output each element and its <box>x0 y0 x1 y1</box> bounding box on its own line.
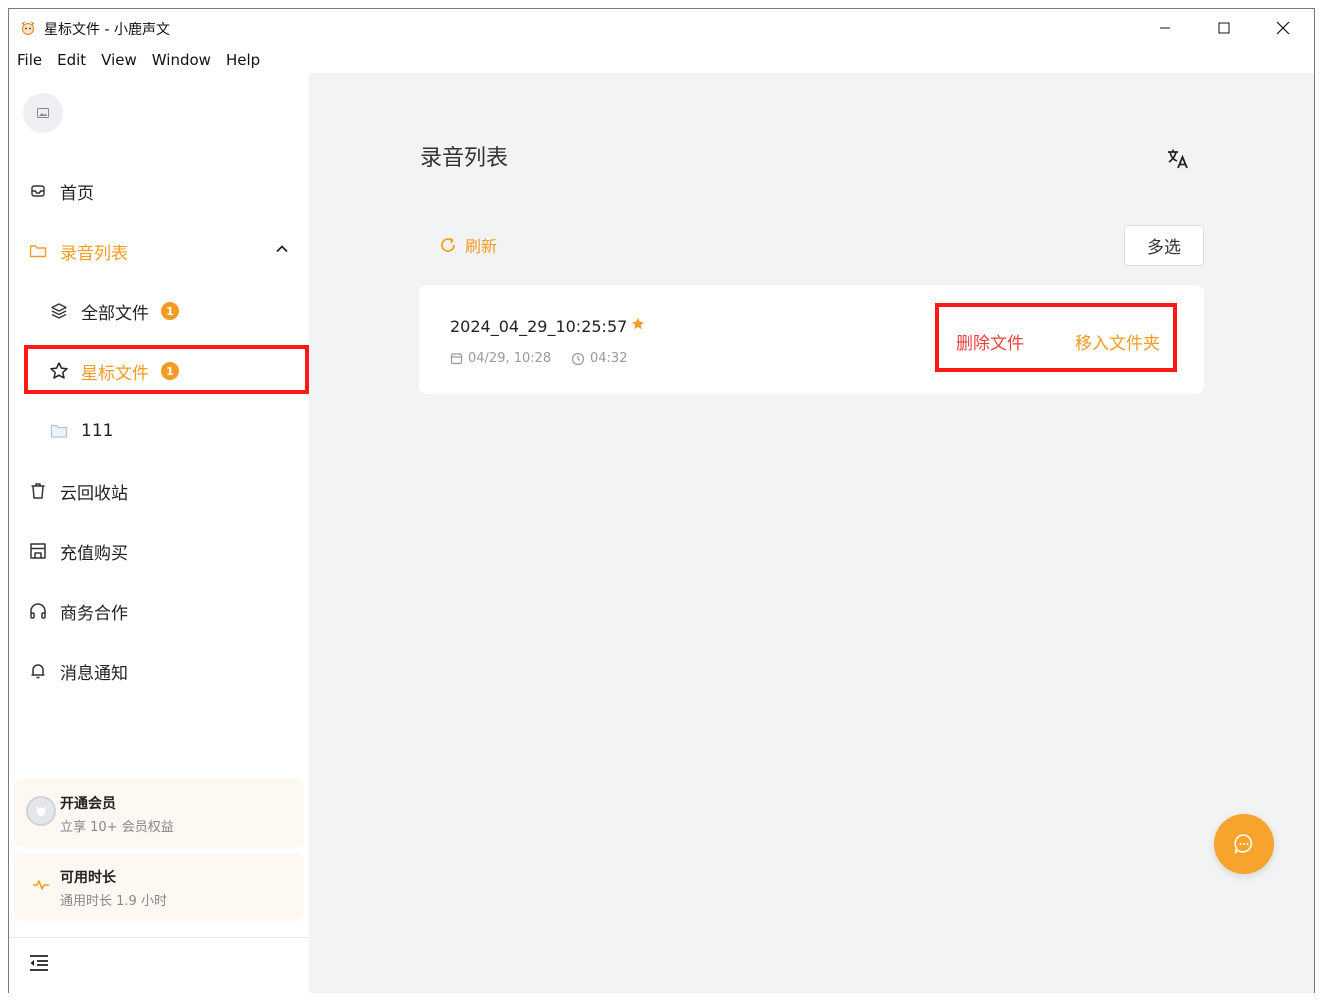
chat-support-button[interactable] <box>1214 814 1274 874</box>
sidebar-item-recharge[interactable]: 充值购买 <box>9 529 309 573</box>
menu-help[interactable]: Help <box>218 47 267 73</box>
refresh-button[interactable]: 刷新 <box>439 233 497 257</box>
sidebar-item-recycle-bin[interactable]: 云回收站 <box>9 469 309 513</box>
sidebar-item-business[interactable]: 商务合作 <box>9 589 309 633</box>
calendar-icon <box>450 353 463 365</box>
vip-promo-card[interactable]: 开通会员 立享 10+ 会员权益 <box>14 779 304 847</box>
menu-view[interactable]: View <box>93 47 144 73</box>
menu-file[interactable]: File <box>9 47 49 73</box>
avatar[interactable] <box>23 93 63 133</box>
layers-icon <box>49 301 69 321</box>
delete-file-button[interactable]: 删除文件 <box>956 329 1024 354</box>
sidebar-item-folder-111[interactable]: 111 <box>9 409 309 453</box>
app-logo-icon <box>21 21 35 35</box>
file-date: 04/29, 10:28 <box>450 351 551 366</box>
sidebar-item-label: 云回收站 <box>60 483 128 504</box>
sidebar-divider <box>9 937 309 938</box>
file-date-text: 04/29, 10:28 <box>468 351 552 366</box>
sidebar-item-recordings[interactable]: 录音列表 <box>9 229 309 273</box>
close-button[interactable] <box>1254 9 1312 47</box>
file-name: 2024_04_29_10:25:57 <box>450 317 628 336</box>
home-icon <box>28 181 48 201</box>
maximize-button[interactable] <box>1195 9 1253 47</box>
pulse-icon <box>26 870 56 900</box>
main-panel: 录音列表 刷新 多选 2024_04_29_10:25:57 04/29, 10… <box>309 73 1314 993</box>
file-duration-text: 04:32 <box>590 351 628 366</box>
collapse-sidebar-icon[interactable] <box>28 953 50 973</box>
translate-icon[interactable] <box>1166 147 1190 171</box>
close-icon <box>1276 21 1290 35</box>
highlight-box <box>24 345 309 394</box>
chevron-up-icon[interactable] <box>275 242 289 256</box>
minimize-icon <box>1160 27 1170 29</box>
available-time-card[interactable]: 可用时长 通用时长 1.9 小时 <box>14 853 304 921</box>
title-bar: 星标文件 - 小鹿声文 <box>9 9 1314 47</box>
sidebar-item-label: 全部文件 <box>81 303 149 324</box>
sidebar-item-all-files[interactable]: 全部文件 1 <box>9 289 309 333</box>
bell-icon <box>28 661 48 681</box>
file-duration: 04:32 <box>571 351 627 366</box>
file-card[interactable]: 2024_04_29_10:25:57 04/29, 10:28 04:32 删… <box>419 285 1204 394</box>
chat-bubble-icon <box>1234 834 1253 854</box>
refresh-icon <box>441 237 455 252</box>
menu-edit[interactable]: Edit <box>49 47 93 73</box>
folder-icon <box>49 421 69 441</box>
sidebar-item-label: 消息通知 <box>60 663 128 684</box>
sidebar-item-label: 录音列表 <box>60 243 128 264</box>
sidebar: 首页 录音列表 全部文件 1 星标文件 1 111 云回收站 充值购买 商务合作… <box>9 73 309 993</box>
image-placeholder-icon <box>37 108 49 118</box>
menu-bar: File Edit View Window Help <box>9 47 1314 73</box>
vip-badge-icon <box>26 796 56 826</box>
sidebar-item-notifications[interactable]: 消息通知 <box>9 649 309 693</box>
move-to-folder-button[interactable]: 移入文件夹 <box>1075 329 1160 354</box>
trash-icon <box>28 481 48 501</box>
app-window: 星标文件 - 小鹿声文 File Edit View Window Help 首… <box>8 8 1315 993</box>
time-subtitle: 通用时长 1.9 小时 <box>60 894 167 909</box>
vip-subtitle: 立享 10+ 会员权益 <box>60 820 174 835</box>
store-icon <box>28 541 48 561</box>
star-filled-icon[interactable] <box>631 317 645 331</box>
time-title: 可用时长 <box>60 870 116 886</box>
sidebar-item-label: 首页 <box>60 183 94 204</box>
page-title: 录音列表 <box>420 146 509 171</box>
sidebar-item-label: 111 <box>81 421 114 441</box>
count-badge: 1 <box>161 302 179 320</box>
refresh-label: 刷新 <box>465 237 498 256</box>
menu-window[interactable]: Window <box>144 47 218 73</box>
headphones-icon <box>28 601 48 621</box>
multi-select-button[interactable]: 多选 <box>1124 225 1204 266</box>
sidebar-item-home[interactable]: 首页 <box>9 169 309 213</box>
minimize-button[interactable] <box>1136 9 1194 47</box>
maximize-icon <box>1218 22 1230 34</box>
sidebar-item-label: 商务合作 <box>60 603 128 624</box>
clock-icon <box>571 352 585 365</box>
window-title: 星标文件 - 小鹿声文 <box>44 22 170 38</box>
vip-title: 开通会员 <box>60 796 116 812</box>
sidebar-item-label: 充值购买 <box>60 543 128 564</box>
folder-icon <box>28 241 48 261</box>
